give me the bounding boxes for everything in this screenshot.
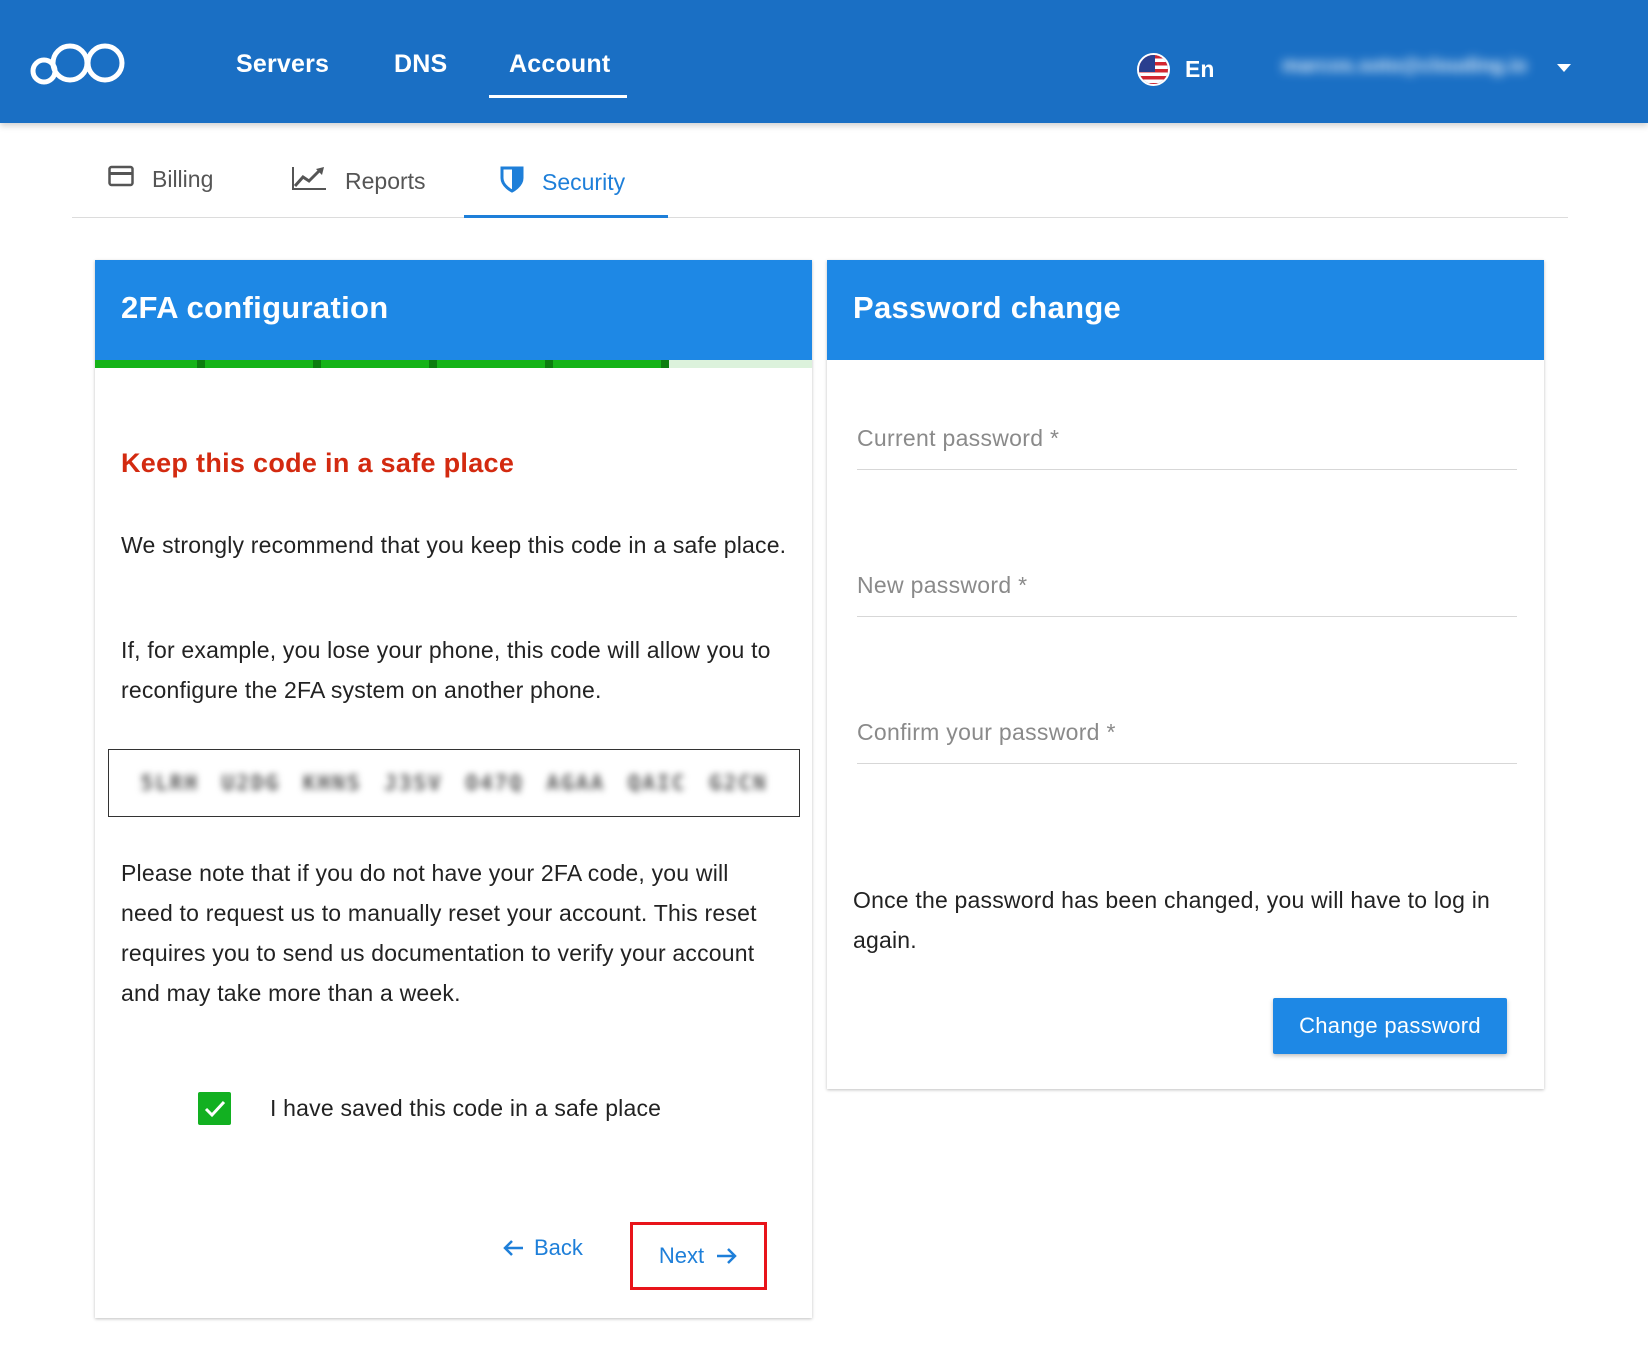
password-card-title: Password change bbox=[853, 290, 1122, 325]
tab-billing[interactable]: Billing bbox=[108, 165, 213, 193]
reset-note-text: Please note that if you do not have your… bbox=[121, 860, 757, 1006]
relogin-note: Once the password has been changed, you … bbox=[853, 887, 1491, 953]
progress-step-done bbox=[95, 360, 205, 368]
twofa-progress-bar bbox=[95, 360, 812, 368]
change-password-button[interactable]: Change password bbox=[1273, 998, 1507, 1054]
progress-remaining bbox=[669, 360, 812, 368]
current-password-field bbox=[857, 408, 1517, 470]
current-password-input[interactable] bbox=[857, 408, 1517, 468]
saved-code-checkbox-label: I have saved this code in a safe place bbox=[270, 1095, 662, 1121]
lose-phone-text: If, for example, you lose your phone, th… bbox=[121, 637, 771, 703]
credit-card-icon bbox=[108, 165, 134, 193]
tab-reports[interactable]: Reports bbox=[291, 165, 426, 197]
nav-servers[interactable]: Servers bbox=[236, 50, 329, 79]
twofa-card-title: 2FA configuration bbox=[121, 290, 389, 325]
tab-security[interactable]: Security bbox=[500, 165, 625, 199]
warning-title: Keep this code in a safe place bbox=[121, 448, 515, 478]
recovery-code: 5LRH U2DG KHNS J3SV O47Q AGAA QAIC G2CN bbox=[140, 771, 768, 795]
new-password-input[interactable] bbox=[857, 555, 1517, 615]
progress-step-done bbox=[321, 360, 437, 368]
back-button-label: Back bbox=[534, 1235, 583, 1260]
nav-active-indicator bbox=[489, 95, 627, 98]
arrow-left-icon bbox=[503, 1240, 523, 1256]
twofa-card-header: 2FA configuration bbox=[95, 260, 812, 360]
user-email[interactable]: marcos.soto@clouding.io bbox=[1282, 55, 1527, 78]
language-selector[interactable]: En bbox=[1185, 56, 1214, 83]
twofa-card: 2FA configuration Keep this code in a sa… bbox=[95, 260, 812, 1318]
next-button-label: Next bbox=[658, 1243, 705, 1268]
tab-reports-label: Reports bbox=[345, 167, 426, 194]
check-icon bbox=[204, 1100, 225, 1117]
cloud-logo-icon[interactable] bbox=[30, 38, 134, 88]
tab-security-label: Security bbox=[542, 168, 626, 195]
progress-step-done bbox=[553, 360, 669, 368]
recovery-code-box: 5LRH U2DG KHNS J3SV O47Q AGAA QAIC G2CN bbox=[108, 749, 800, 817]
top-navbar: Servers DNS Account En marcos.soto@cloud… bbox=[0, 0, 1648, 123]
tab-billing-label: Billing bbox=[152, 165, 214, 192]
shield-icon bbox=[500, 165, 524, 199]
confirm-password-field bbox=[857, 702, 1517, 764]
confirm-password-input[interactable] bbox=[857, 702, 1517, 762]
recommend-text: We strongly recommend that you keep this… bbox=[121, 532, 787, 558]
new-password-field bbox=[857, 555, 1517, 617]
saved-code-checkbox[interactable] bbox=[198, 1092, 231, 1125]
progress-step-done bbox=[437, 360, 553, 368]
nav-dns[interactable]: DNS bbox=[394, 50, 447, 79]
line-chart-icon bbox=[291, 165, 327, 197]
next-button[interactable]: Next bbox=[630, 1222, 767, 1290]
arrow-right-icon bbox=[717, 1248, 737, 1264]
us-flag-icon[interactable] bbox=[1137, 53, 1170, 86]
back-button[interactable]: Back bbox=[502, 1235, 583, 1261]
nav-account[interactable]: Account bbox=[509, 50, 610, 79]
caret-down-icon[interactable] bbox=[1557, 64, 1571, 72]
account-subtabs: Billing Reports Security bbox=[72, 123, 1568, 218]
password-card: Password change Once the password has be… bbox=[827, 260, 1544, 1089]
password-card-header: Password change bbox=[827, 260, 1544, 360]
tab-active-indicator bbox=[464, 215, 668, 218]
saved-code-checkbox-row[interactable]: I have saved this code in a safe place bbox=[198, 1092, 661, 1125]
progress-step-done bbox=[205, 360, 321, 368]
